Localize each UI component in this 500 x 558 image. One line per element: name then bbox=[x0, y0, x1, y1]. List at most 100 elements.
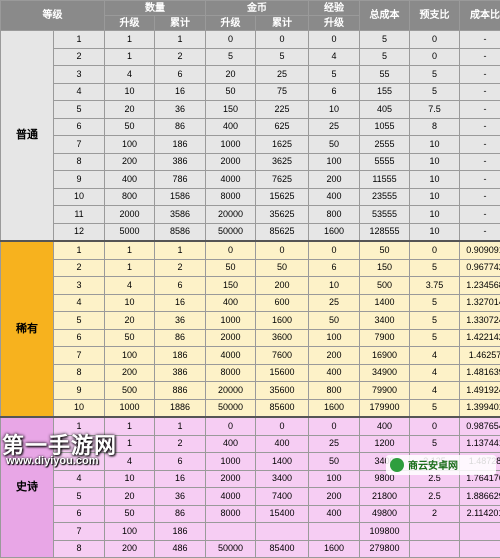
table-cell: 35600 bbox=[256, 382, 309, 400]
table-cell: 15625 bbox=[256, 188, 309, 206]
table-cell: 800 bbox=[105, 188, 155, 206]
table-cell: 20000 bbox=[206, 206, 256, 224]
table-row: 950088620000356008007990041.491924 bbox=[1, 382, 500, 400]
table-cell: 86 bbox=[155, 505, 206, 523]
table-cell: 1600 bbox=[256, 312, 309, 330]
table-cell: 3 bbox=[54, 66, 105, 84]
table-cell: 0 bbox=[410, 31, 460, 49]
table-cell: 25 bbox=[309, 294, 360, 312]
table-cell: 6 bbox=[155, 277, 206, 295]
table-cell: 25 bbox=[309, 435, 360, 453]
table-cell: 6 bbox=[155, 453, 206, 471]
table-cell: 1886 bbox=[155, 399, 206, 417]
table-cell: 50 bbox=[105, 329, 155, 347]
table-row: 520361000160050340051.330724 bbox=[1, 312, 500, 330]
table-cell: 2000 bbox=[206, 153, 256, 171]
table-cell: 50 bbox=[206, 259, 256, 277]
table-cell: 6 bbox=[54, 329, 105, 347]
table-cell: 1.422142 bbox=[460, 329, 500, 347]
table-cell: - bbox=[460, 223, 500, 241]
table-cell: 186 bbox=[155, 136, 206, 154]
table-cell: - bbox=[460, 118, 500, 136]
table-cell: 4000 bbox=[206, 171, 256, 189]
table-cell: 50 bbox=[105, 118, 155, 136]
table-cell: 7625 bbox=[256, 171, 309, 189]
table-cell: 35625 bbox=[256, 206, 309, 224]
table-cell: 5 bbox=[54, 312, 105, 330]
table-cell: 2 bbox=[155, 48, 206, 66]
table-cell: 49800 bbox=[360, 505, 410, 523]
table-cell: 7 bbox=[54, 136, 105, 154]
table-cell: 279800 bbox=[360, 540, 410, 558]
table-cell: 1.46257 bbox=[460, 347, 500, 365]
header-gold-cumulative: 累计 bbox=[256, 16, 309, 31]
table-cell: 53555 bbox=[360, 206, 410, 224]
table-cell: 9 bbox=[54, 171, 105, 189]
table-cell: 4 bbox=[309, 48, 360, 66]
table-cell: 0 bbox=[410, 417, 460, 435]
table-cell: 1400 bbox=[256, 453, 309, 471]
table-cell: 1200 bbox=[360, 435, 410, 453]
table-cell: 386 bbox=[155, 153, 206, 171]
table-cell: 200 bbox=[309, 171, 360, 189]
table-cell: 50 bbox=[206, 83, 256, 101]
table-cell: 1 bbox=[105, 31, 155, 49]
table-cell: 0.967742 bbox=[460, 259, 500, 277]
table-cell: 10 bbox=[54, 188, 105, 206]
table-cell: 1.399401 bbox=[460, 399, 500, 417]
table-cell: 6 bbox=[155, 66, 206, 84]
table-cell: 1055 bbox=[360, 118, 410, 136]
table-cell: 0.909091 bbox=[460, 241, 500, 259]
table-cell: 7 bbox=[54, 347, 105, 365]
table-cell: 4 bbox=[105, 277, 155, 295]
table-cell: 100 bbox=[309, 329, 360, 347]
table-cell: 25 bbox=[256, 66, 309, 84]
table-cell: 5555 bbox=[360, 153, 410, 171]
table-cell: 20 bbox=[206, 66, 256, 84]
table-row: 650864006252510558- bbox=[1, 118, 500, 136]
table-cell: 400 bbox=[256, 435, 309, 453]
table-row: 820038620003625100555510- bbox=[1, 153, 500, 171]
table-cell: 3625 bbox=[256, 153, 309, 171]
table-cell: 179900 bbox=[360, 399, 410, 417]
table-cell: 1400 bbox=[360, 294, 410, 312]
table-cell: 10 bbox=[54, 399, 105, 417]
table-cell: 2000 bbox=[105, 206, 155, 224]
table-cell: 50 bbox=[309, 312, 360, 330]
table-cell: 1000 bbox=[105, 399, 155, 417]
table-cell: 75 bbox=[256, 83, 309, 101]
table-cell: 5 bbox=[410, 312, 460, 330]
table-row: 稀有1110005000.909091 bbox=[1, 241, 500, 259]
watermark-badge-text: 商云安卓网 bbox=[408, 457, 458, 472]
table-cell: 2555 bbox=[360, 136, 410, 154]
table-cell: 4 bbox=[410, 382, 460, 400]
table-cell: 4 bbox=[410, 347, 460, 365]
table-cell bbox=[410, 523, 460, 541]
table-row: 34620255555- bbox=[1, 66, 500, 84]
table-cell: 50 bbox=[360, 241, 410, 259]
table-cell: 0 bbox=[309, 31, 360, 49]
table-cell bbox=[309, 523, 360, 541]
table-cell: 3 bbox=[54, 277, 105, 295]
table-row: 9400786400076252001155510- bbox=[1, 171, 500, 189]
table-row: 12500085865000085625160012855510- bbox=[1, 223, 500, 241]
table-cell: 6 bbox=[309, 259, 360, 277]
table-cell: 8 bbox=[54, 153, 105, 171]
table-cell: 100 bbox=[309, 153, 360, 171]
table-cell: 1 bbox=[105, 259, 155, 277]
table-row: 346150200105003.751.234568 bbox=[1, 277, 500, 295]
table-row: 71001861000162550255510- bbox=[1, 136, 500, 154]
table-cell: 1 bbox=[155, 31, 206, 49]
table-cell: 155 bbox=[360, 83, 410, 101]
table-cell: 0 bbox=[410, 48, 460, 66]
table-cell: 3.75 bbox=[410, 277, 460, 295]
table-cell: 1000 bbox=[206, 453, 256, 471]
table-cell: 1600 bbox=[309, 540, 360, 558]
table-cell: 2000 bbox=[206, 470, 256, 488]
watermark-badge: 商云安卓网 bbox=[386, 455, 496, 475]
table-cell: 85400 bbox=[256, 540, 309, 558]
table-cell: 7900 bbox=[360, 329, 410, 347]
table-cell: 50000 bbox=[206, 540, 256, 558]
table-cell: - bbox=[460, 66, 500, 84]
table-cell: 200 bbox=[105, 540, 155, 558]
